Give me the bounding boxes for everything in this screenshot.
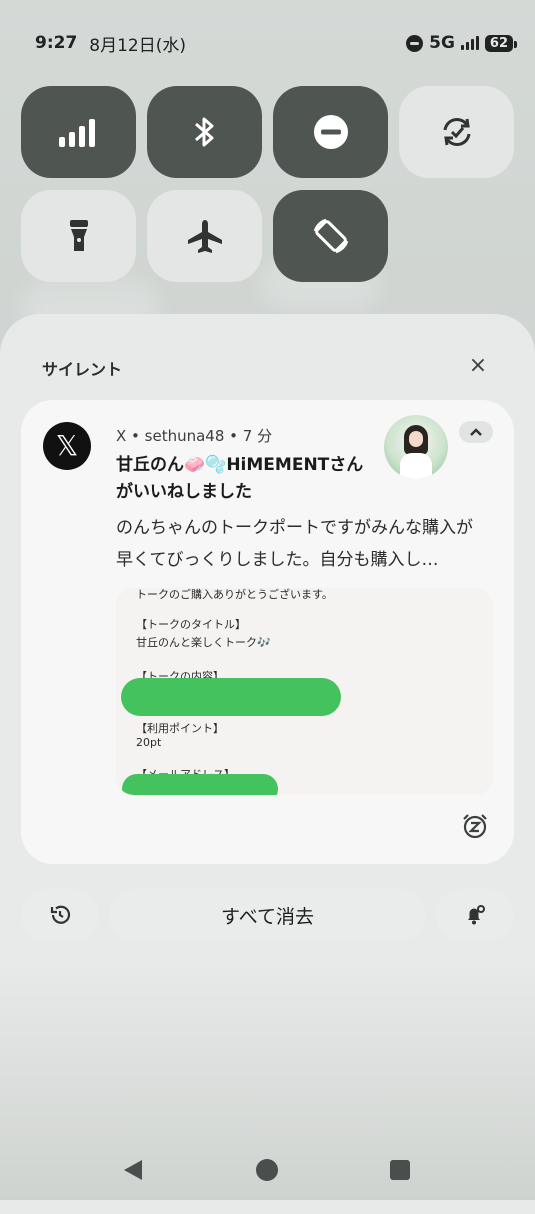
signal-bars-icon: [58, 119, 95, 147]
x-app-icon: 𝕏: [43, 422, 91, 470]
attachment-line-1: トークのご購入ありがとうございます。: [136, 588, 333, 601]
signal-icon: [460, 36, 479, 50]
snooze-button[interactable]: [462, 813, 488, 839]
history-icon: [50, 905, 71, 924]
redaction-scribble: [122, 774, 278, 795]
qs-tile-mobile-data[interactable]: [21, 86, 136, 178]
navigation-bar: [0, 1152, 535, 1188]
do-not-disturb-icon: [406, 34, 424, 52]
attachment-line-2: 【トークのタイトル】: [136, 618, 246, 631]
qs-tile-auto-rotate[interactable]: [273, 190, 388, 282]
section-header-silent: サイレント: [42, 360, 123, 379]
clock: 9:27: [35, 33, 78, 53]
network-type: 5G: [429, 33, 455, 53]
notification-history-button[interactable]: [21, 889, 99, 941]
attachment-line-6: 20pt: [136, 736, 162, 749]
chevron-up-icon: [470, 428, 482, 436]
recents-icon[interactable]: [390, 1160, 410, 1180]
notification-attachment-image[interactable]: トークのご購入ありがとうございます。 【トークのタイトル】 甘丘のんと楽しくトー…: [116, 588, 493, 795]
close-icon[interactable]: ×: [466, 354, 490, 378]
qs-tile-data-saver[interactable]: [399, 86, 514, 178]
clear-all-button[interactable]: すべて消去: [109, 889, 426, 941]
flashlight-icon: [69, 220, 88, 251]
attachment-line-3: 甘丘のんと楽しくトーク🎶: [136, 636, 271, 649]
status-bar: 9:27 8月12日(水) 5G 62: [35, 30, 518, 56]
do-not-disturb-icon: [313, 115, 348, 149]
date: 8月12日(水): [89, 35, 187, 56]
qs-tile-do-not-disturb[interactable]: [273, 86, 388, 178]
notification-settings-icon: [468, 905, 485, 925]
notification-body: のんちゃんのトークポートですがみんな購入が早くてびっくりしました。自分も購入し…: [116, 518, 473, 570]
airplane-icon: [187, 220, 222, 253]
rotate-icon: [313, 218, 348, 254]
battery-indicator: 62: [484, 34, 518, 52]
redaction-scribble: [121, 678, 341, 716]
attachment-line-5: 【利用ポイント】: [136, 722, 224, 735]
snooze-icon: [463, 814, 487, 839]
home-icon[interactable]: [256, 1159, 278, 1181]
bluetooth-icon: [194, 117, 213, 147]
notification-title: 甘丘のん🧼🫧HiMEMENTさんがいいねしました: [116, 455, 364, 502]
qs-tile-flashlight[interactable]: [21, 190, 136, 282]
qs-tile-airplane-mode[interactable]: [147, 190, 262, 282]
notification-settings-button[interactable]: [436, 889, 514, 941]
qs-tile-bluetooth[interactable]: [147, 86, 262, 178]
collapse-button[interactable]: [459, 421, 493, 443]
back-icon[interactable]: [124, 1160, 142, 1180]
sync-icon: [443, 118, 470, 146]
notification-meta: X • sethuna48 • 7 分: [116, 427, 273, 445]
avatar: [384, 415, 448, 479]
